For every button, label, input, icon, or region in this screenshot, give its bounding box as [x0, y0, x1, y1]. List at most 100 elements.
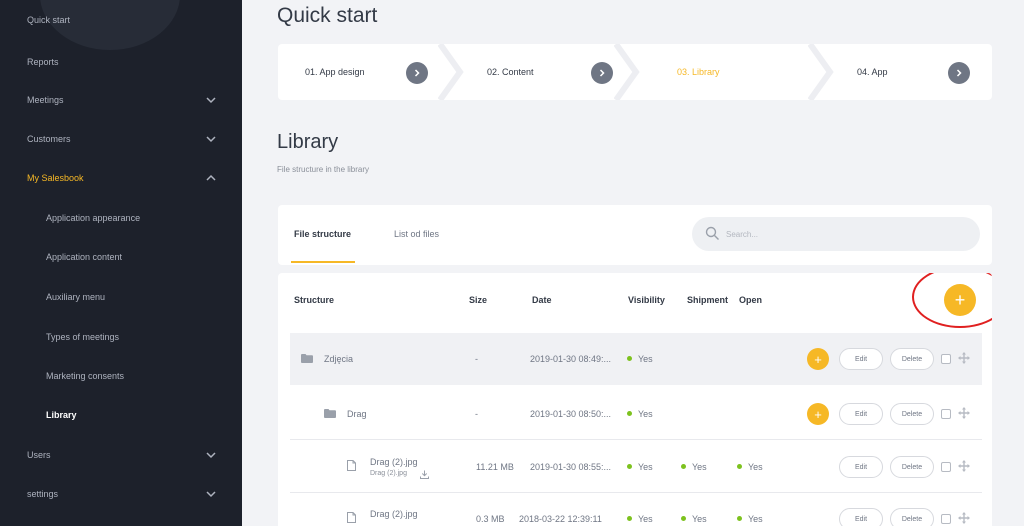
row-shipment: Yes [681, 514, 707, 524]
sidebar-item-label: Customers [27, 134, 71, 144]
sidebar-item-application-appearance[interactable]: Application appearance [0, 203, 242, 233]
row-open: Yes [737, 514, 763, 524]
main-content: Quick start 01. App design 02. Content 0… [242, 0, 1024, 526]
sidebar-item-label: Quick start [27, 15, 71, 25]
step-label: 01. App design [305, 67, 365, 77]
move-icon[interactable] [958, 512, 970, 524]
table-row: Drag (2).jpg 0.3 MB 2018-03-22 12:39:11 … [290, 493, 982, 526]
step-app-design[interactable]: 01. App design [278, 44, 448, 100]
row-name[interactable]: Drag [347, 409, 367, 419]
delete-button[interactable]: Delete [890, 508, 934, 526]
status-dot [681, 516, 686, 522]
status-dot [681, 464, 686, 470]
sidebar-item-my-salesbook[interactable]: My Salesbook [0, 163, 242, 193]
sidebar-item-label: Types of meetings [46, 332, 120, 342]
row-date: 2019-01-30 08:55:... [530, 462, 612, 472]
step-app[interactable]: 04. App [838, 44, 992, 100]
column-header-visibility: Visibility [628, 295, 665, 305]
row-checkbox[interactable] [941, 354, 951, 364]
delete-button[interactable]: Delete [890, 348, 934, 370]
column-header-structure: Structure [294, 295, 335, 305]
table-row: Drag - 2019-01-30 08:50:... Yes + Edit D… [290, 388, 982, 440]
sidebar-item-label: settings [27, 489, 59, 499]
sidebar-item-label: Application content [46, 252, 123, 262]
chevron-down-icon [205, 133, 217, 145]
row-checkbox[interactable] [941, 514, 951, 524]
step-label: 03. Library [677, 67, 720, 77]
chevron-right-icon[interactable] [591, 62, 613, 84]
quick-start-steps: 01. App design 02. Content 03. Library 0… [278, 44, 992, 100]
search-input[interactable] [726, 225, 956, 243]
row-checkbox[interactable] [941, 409, 951, 419]
sidebar-item-label: Reports [27, 57, 59, 67]
row-visibility: Yes [627, 354, 653, 364]
visibility-value: Yes [638, 354, 653, 364]
download-icon[interactable] [420, 470, 429, 479]
row-name[interactable]: Zdjęcia [324, 354, 353, 364]
chevron-right-icon[interactable] [406, 62, 428, 84]
table-row: Drag (2).jpg Drag (2).jpg 11.21 MB 2019-… [290, 441, 982, 493]
column-header-date: Date [532, 295, 552, 305]
sidebar-item-label: Users [27, 450, 51, 460]
move-icon[interactable] [958, 352, 970, 364]
sidebar-item-customers[interactable]: Customers [0, 124, 242, 154]
step-library[interactable]: 03. Library [654, 44, 834, 100]
row-visibility: Yes [627, 462, 653, 472]
sidebar-item-settings[interactable]: settings [0, 479, 242, 509]
folder-icon [301, 354, 313, 363]
visibility-value: Yes [638, 462, 653, 472]
row-open: Yes [737, 462, 763, 472]
file-icon [347, 460, 356, 471]
column-header-shipment: Shipment [687, 295, 729, 305]
section-subtitle: File structure in the library [277, 165, 370, 174]
row-filename: Drag (2).jpg [370, 470, 407, 477]
edit-button[interactable]: Edit [839, 348, 883, 370]
chevron-up-icon [205, 172, 217, 184]
sidebar-item-label: Application appearance [46, 213, 141, 223]
delete-button[interactable]: Delete [890, 456, 934, 478]
add-item-button[interactable]: + [944, 284, 976, 316]
active-tab-indicator [291, 261, 355, 263]
sidebar-item-meetings[interactable]: Meetings [0, 85, 242, 115]
move-icon[interactable] [958, 407, 970, 419]
row-visibility: Yes [627, 409, 653, 419]
row-size: 11.21 MB [476, 462, 514, 472]
sidebar-item-label: Marketing consents [46, 371, 125, 381]
edit-button[interactable]: Edit [839, 508, 883, 526]
folder-icon [324, 409, 336, 418]
search-box[interactable] [692, 217, 980, 251]
sidebar-item-reports[interactable]: Reports [0, 47, 242, 77]
sidebar-item-label: Auxiliary menu [46, 292, 106, 302]
edit-button[interactable]: Edit [839, 403, 883, 425]
sidebar-item-users[interactable]: Users [0, 440, 242, 470]
add-subitem-button[interactable]: + [807, 403, 829, 425]
row-size: - [475, 409, 478, 419]
step-content[interactable]: 02. Content [460, 44, 640, 100]
status-dot [737, 516, 742, 522]
add-subitem-button[interactable]: + [807, 348, 829, 370]
sidebar-item-library[interactable]: Library [0, 400, 242, 430]
chevron-down-icon [205, 449, 217, 461]
sidebar-item-types-of-meetings[interactable]: Types of meetings [0, 322, 242, 352]
row-name[interactable]: Drag (2).jpg [370, 457, 418, 467]
status-dot [627, 464, 632, 470]
sidebar-item-auxiliary-menu[interactable]: Auxiliary menu [0, 282, 242, 312]
sidebar-item-label: Meetings [27, 95, 64, 105]
sidebar-item-quick-start[interactable]: Quick start [0, 5, 242, 35]
step-label: 02. Content [487, 67, 534, 77]
row-checkbox[interactable] [941, 462, 951, 472]
delete-button[interactable]: Delete [890, 403, 934, 425]
row-size: 0.3 MB [476, 514, 505, 524]
tabs-card: File structure List od files [278, 205, 992, 265]
sidebar-item-application-content[interactable]: Application content [0, 242, 242, 272]
row-name[interactable]: Drag (2).jpg [370, 509, 418, 519]
tab-file-structure[interactable]: File structure [294, 229, 351, 239]
sidebar-item-label: My Salesbook [27, 173, 84, 183]
edit-button[interactable]: Edit [839, 456, 883, 478]
row-divider [290, 439, 982, 440]
move-icon[interactable] [958, 460, 970, 472]
sidebar: Quick start Reports Meetings Customers M… [0, 0, 242, 526]
chevron-right-icon[interactable] [948, 62, 970, 84]
tab-list-of-files[interactable]: List od files [394, 229, 439, 239]
sidebar-item-marketing-consents[interactable]: Marketing consents [0, 361, 242, 391]
